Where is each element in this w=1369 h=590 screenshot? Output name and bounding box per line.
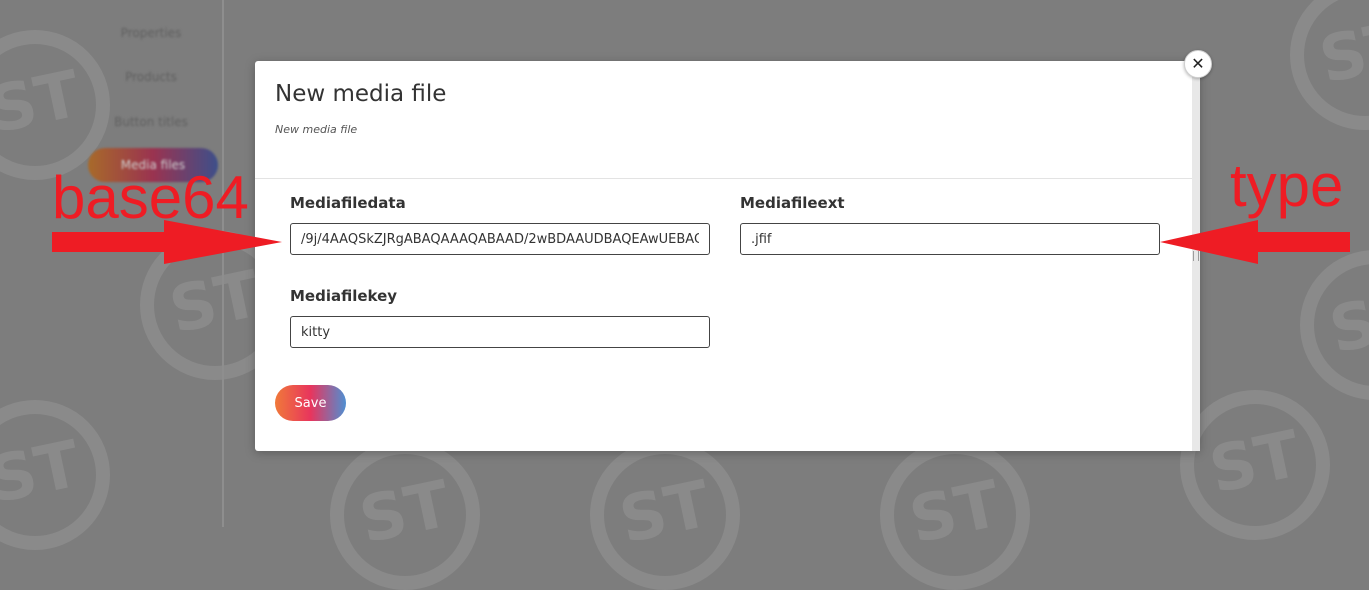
mediafiledata-input[interactable] [290,223,710,255]
new-media-file-dialog: New media file New media file Mediafiled… [255,61,1200,451]
sidebar-item-button-titles: Button titles [114,115,188,129]
mediafileext-input[interactable] [740,223,1160,255]
annotation-arrow-right-icon [52,220,282,264]
close-icon[interactable]: ✕ [1184,50,1212,78]
save-button[interactable]: Save [275,385,346,421]
dialog-title: New media file [275,81,447,107]
annotation-arrow-left-icon [1160,220,1350,264]
dialog-subtitle: New media file [275,123,358,136]
annotation-base64-label: base64 [52,164,249,231]
sidebar-item-products: Products [125,70,177,84]
mediafilekey-input[interactable] [290,316,710,348]
sidebar-item-properties: Properties [120,26,182,40]
mediafiledata-label: Mediafiledata [290,194,406,212]
annotation-type-label: type [1230,152,1344,219]
dialog-divider [255,178,1192,179]
mediafilekey-label: Mediafilekey [290,287,398,305]
mediafileext-label: Mediafileext [740,194,845,212]
